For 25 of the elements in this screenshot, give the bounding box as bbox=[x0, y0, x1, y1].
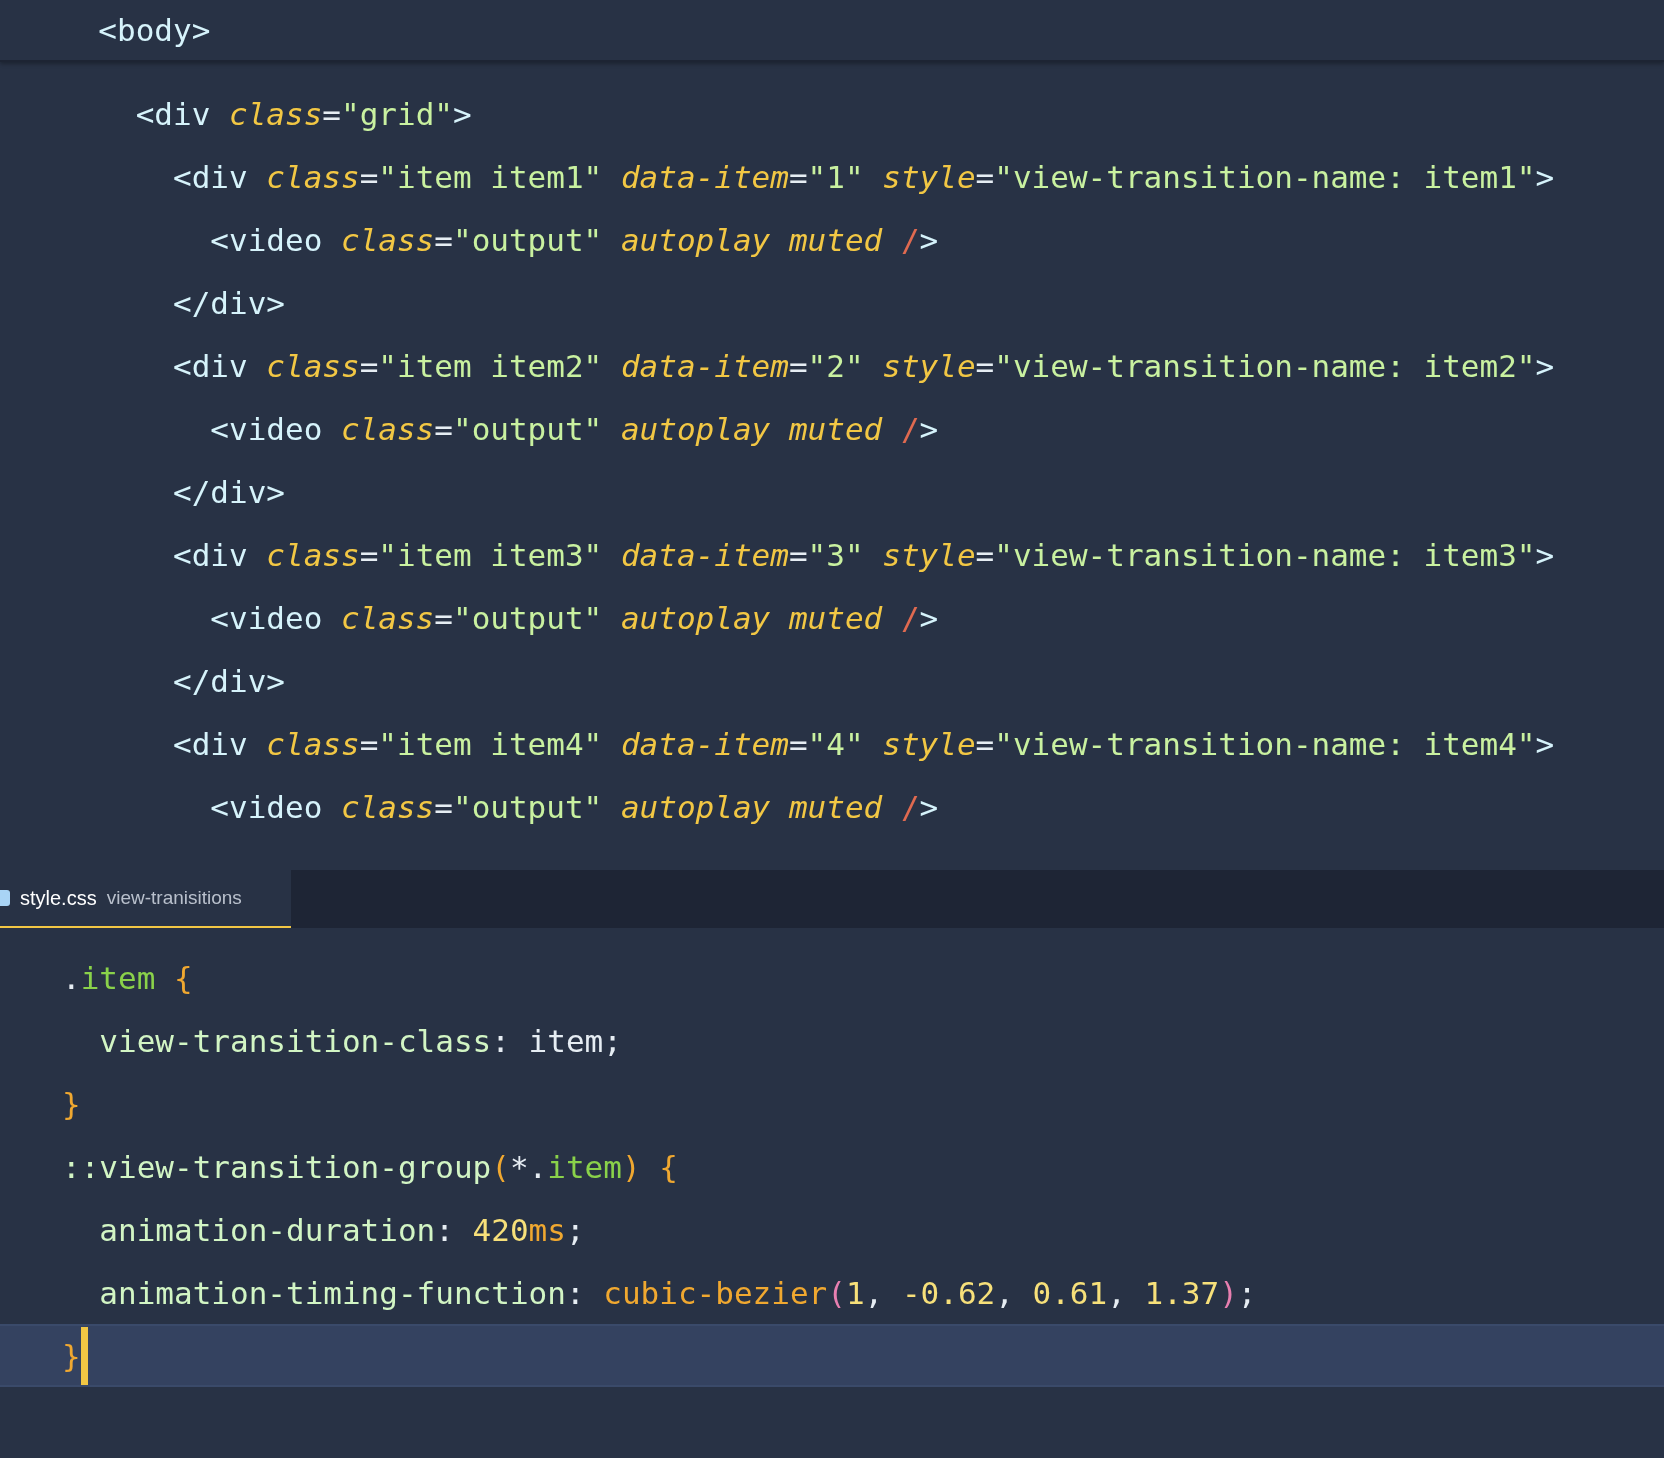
code-line: <div class="grid"> bbox=[134, 94, 472, 134]
file-icon bbox=[0, 889, 10, 907]
code-line: } bbox=[62, 1084, 81, 1124]
code-line: <div class="item item1" data-item="1" style="view-transition-name: item1"> bbox=[171, 157, 1555, 197]
code-line: <video class="output" autoplay muted /> bbox=[209, 409, 939, 449]
code-line: <video class="output" autoplay muted /> bbox=[209, 598, 939, 638]
code-line: <div class="item item2" data-item="2" style="view-transition-name: item2"> bbox=[171, 346, 1555, 386]
text-cursor bbox=[80, 1326, 88, 1385]
tab-filename: style.css bbox=[20, 886, 97, 911]
code-line: animation-duration: 420ms; bbox=[98, 1210, 585, 1250]
code-line: view-transition-class: item; bbox=[98, 1021, 622, 1061]
file-tab[interactable]: style.css view-tranisitions bbox=[0, 870, 291, 928]
code-line: <video class="output" autoplay muted /> bbox=[209, 220, 939, 260]
code-line: ::view-transition-group(*.item) { bbox=[62, 1147, 678, 1187]
code-line: </div> bbox=[171, 283, 285, 323]
code-line: </div> bbox=[171, 661, 285, 701]
code-line: } bbox=[62, 1336, 81, 1376]
code-line: <div class="item item4" data-item="4" style="view-transition-name: item4"> bbox=[171, 724, 1555, 764]
code-line: <div class="item item3" data-item="3" style="view-transition-name: item3"> bbox=[171, 535, 1555, 575]
code-line: <video class="output" autoplay muted /> bbox=[209, 787, 939, 827]
code-line: animation-timing-function: cubic-bezier(1, -0.62, 0.61, 1.37); bbox=[98, 1273, 1257, 1313]
tab-folder: view-tranisitions bbox=[106, 885, 242, 910]
code-line: </div> bbox=[171, 472, 285, 512]
code-line: <body> bbox=[97, 11, 211, 50]
code-line: .item { bbox=[62, 958, 193, 998]
